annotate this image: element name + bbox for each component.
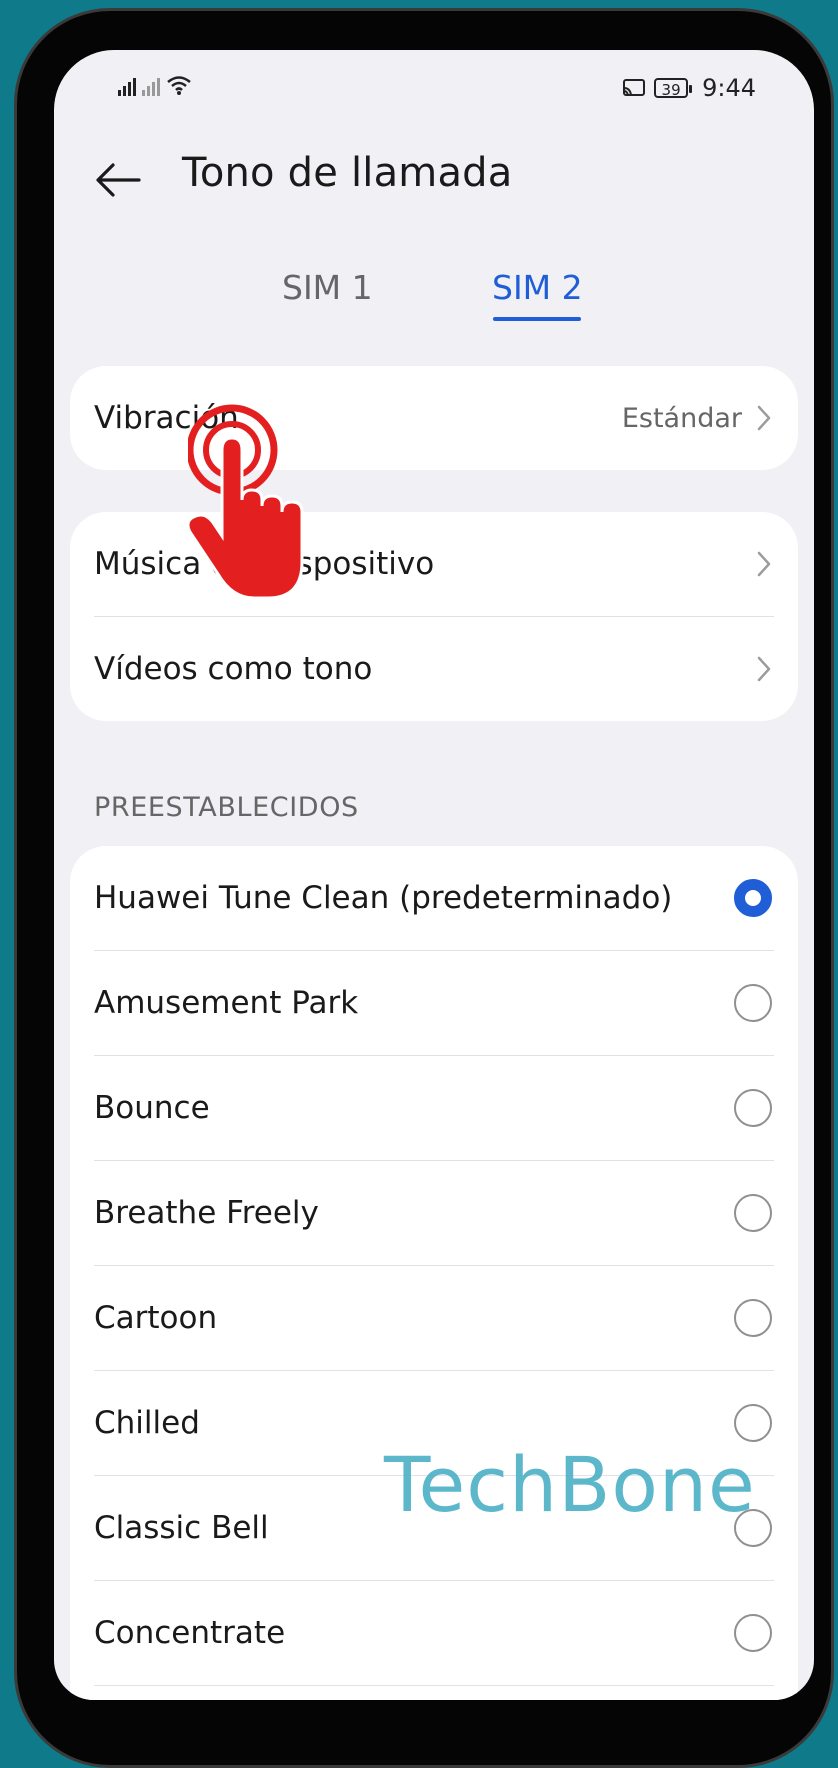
preset-label: Cartoon: [94, 1300, 218, 1336]
radio-unselected[interactable]: [734, 1404, 772, 1442]
signal-icon: [118, 76, 136, 96]
tab-label: SIM 2: [492, 268, 583, 307]
preset-item[interactable]: Concentrate: [70, 1581, 798, 1685]
preset-label: Concentrate: [94, 1615, 286, 1651]
divider: [94, 1685, 774, 1686]
page-title: Tono de llamada: [182, 150, 513, 196]
radio-selected[interactable]: [734, 879, 772, 917]
preset-item[interactable]: Huawei Tune Clean (predeterminado): [70, 846, 798, 950]
arrow-left-icon: [96, 163, 141, 197]
presets-section-title: PREESTABLECIDOS: [94, 792, 359, 823]
radio-unselected[interactable]: [734, 1614, 772, 1652]
preset-label: Bounce: [94, 1090, 210, 1126]
phone-screen: 39 9:44 Tono de llamada SIM 1 SIM 2 Vibr…: [54, 50, 814, 1700]
cast-icon: [623, 79, 646, 96]
vibration-value: Estándar: [621, 402, 742, 434]
device-music-row[interactable]: Música del dispositivo: [70, 512, 798, 616]
status-left: [118, 74, 192, 96]
techbone-watermark: TechBone: [384, 1440, 756, 1529]
preset-item[interactable]: Bounce: [70, 1056, 798, 1160]
wifi-icon: [167, 76, 191, 95]
radio-unselected[interactable]: [734, 1089, 772, 1127]
tab-sim-1[interactable]: SIM 1: [282, 268, 373, 338]
tab-sim-2[interactable]: SIM 2: [492, 268, 583, 338]
radio-unselected[interactable]: [734, 1299, 772, 1337]
radio-unselected[interactable]: [734, 984, 772, 1022]
vibration-label: Vibración: [94, 400, 239, 436]
battery-icon: 39: [654, 78, 693, 99]
video-ringtone-row[interactable]: Vídeos como tono: [70, 617, 798, 721]
preset-label: Amusement Park: [94, 985, 359, 1021]
tab-label: SIM 1: [282, 268, 373, 307]
app-header: Tono de llamada: [54, 140, 814, 220]
chevron-right-icon: [757, 656, 771, 682]
vibration-row[interactable]: Vibración Estándar: [70, 366, 798, 470]
preset-label: Breathe Freely: [94, 1195, 319, 1231]
chevron-right-icon: [757, 551, 771, 577]
status-right: 39 9:44: [622, 74, 756, 102]
radio-unselected[interactable]: [734, 1194, 772, 1232]
preset-item[interactable]: Cartoon: [70, 1266, 798, 1370]
back-button[interactable]: [92, 158, 144, 202]
tap-hand-icon: [188, 404, 304, 600]
status-time: 9:44: [702, 74, 756, 102]
preset-label: Chilled: [94, 1405, 200, 1441]
tab-active-indicator: [493, 317, 582, 321]
video-ringtone-label: Vídeos como tono: [94, 651, 373, 687]
preset-item[interactable]: Amusement Park: [70, 951, 798, 1055]
sources-card: Música del dispositivo Vídeos como tono: [70, 512, 798, 721]
signal-icon: [142, 76, 160, 96]
preset-item[interactable]: Breathe Freely: [70, 1161, 798, 1265]
sim-tabs: SIM 1 SIM 2: [54, 268, 814, 348]
status-bar: 39 9:44: [54, 72, 814, 108]
vibration-card: Vibración Estándar: [70, 366, 798, 470]
preset-label: Huawei Tune Clean (predeterminado): [94, 880, 673, 916]
presets-card: Huawei Tune Clean (predeterminado) Amuse…: [70, 846, 798, 1700]
chevron-right-icon: [757, 405, 771, 431]
